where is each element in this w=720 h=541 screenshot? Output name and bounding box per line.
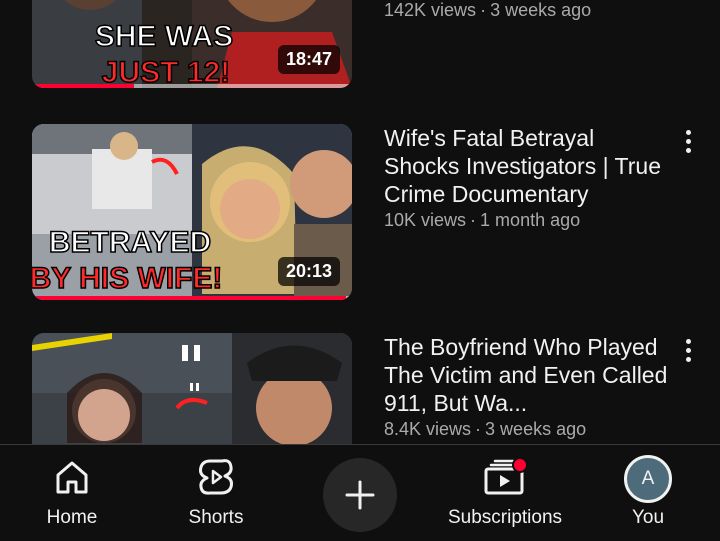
view-count: 142K views (384, 0, 477, 20)
nav-you[interactable]: A You (606, 445, 690, 541)
home-icon (56, 461, 88, 494)
video-feed[interactable]: SHE WAS JUST 12! 18:47 142K views · 3 week… (0, 0, 720, 444)
video-stats: 10K views · 1 month ago (384, 210, 670, 231)
nav-shorts-label: Shorts (188, 507, 244, 528)
separator: · (475, 419, 482, 439)
upload-age: 3 weeks ago (485, 419, 587, 439)
watch-progress-fill (32, 84, 135, 88)
duration-badge: 18:47 (277, 45, 340, 74)
create-button[interactable] (323, 458, 397, 532)
upload-age: 3 weeks ago (490, 0, 592, 20)
nav-subscriptions-label: Subscriptions (447, 507, 563, 528)
video-thumbnail[interactable]: SHE WAS JUST 12! 18:47 (32, 0, 352, 88)
more-vertical-icon[interactable] (678, 130, 698, 160)
view-count: 8.4K views (384, 419, 472, 439)
nav-home[interactable]: Home (26, 445, 118, 541)
nav-you-label: You (631, 507, 665, 528)
video-thumbnail[interactable] (32, 333, 352, 444)
nav-shorts[interactable]: Shorts (170, 445, 262, 541)
watch-progress-track (32, 84, 352, 88)
video-item[interactable]: The Boyfriend Who Played The Victim and … (0, 333, 720, 444)
video-stats: 8.4K views · 3 weeks ago (384, 419, 670, 440)
thumbnail-caption-line2: BY HIS WIFE! (32, 262, 222, 295)
video-meta: 142K views · 3 weeks ago (384, 0, 670, 21)
thumbnail-caption-line1: BETRAYED (49, 226, 211, 259)
notification-badge (512, 457, 528, 473)
video-meta: Wife's Fatal Betrayal Shocks Investigato… (384, 124, 670, 231)
separator: · (480, 0, 487, 20)
nav-subscriptions[interactable]: Subscriptions (438, 445, 572, 541)
video-title[interactable]: Wife's Fatal Betrayal Shocks Investigato… (384, 124, 670, 208)
video-item[interactable]: BETRAYED BY HIS WIFE! 20:13 Wife's Fatal… (0, 124, 720, 304)
video-item[interactable]: SHE WAS JUST 12! 18:47 142K views · 3 week… (0, 0, 720, 92)
subscriptions-icon (484, 457, 528, 495)
view-count: 10K views (384, 210, 467, 230)
video-meta: The Boyfriend Who Played The Victim and … (384, 333, 670, 440)
more-vertical-icon[interactable] (678, 339, 698, 369)
video-thumbnail[interactable]: BETRAYED BY HIS WIFE! 20:13 (32, 124, 352, 300)
avatar: A (624, 455, 672, 503)
thumbnail-image (32, 333, 352, 444)
shorts-icon (199, 459, 233, 495)
nav-home-label: Home (46, 507, 98, 528)
thumbnail-image: SHE WAS JUST 12! (32, 0, 352, 88)
video-stats: 142K views · 3 weeks ago (384, 0, 670, 21)
watch-progress-track (32, 296, 352, 300)
bottom-navigation: Home Shorts Subscriptions A You (0, 444, 720, 541)
watch-progress-fill (32, 296, 346, 300)
video-title[interactable]: The Boyfriend Who Played The Victim and … (384, 333, 670, 417)
separator: · (470, 210, 477, 230)
upload-age: 1 month ago (480, 210, 581, 230)
thumbnail-caption-line1: SHE WAS (95, 20, 233, 53)
plus-icon (345, 480, 375, 510)
duration-badge: 20:13 (277, 257, 340, 286)
